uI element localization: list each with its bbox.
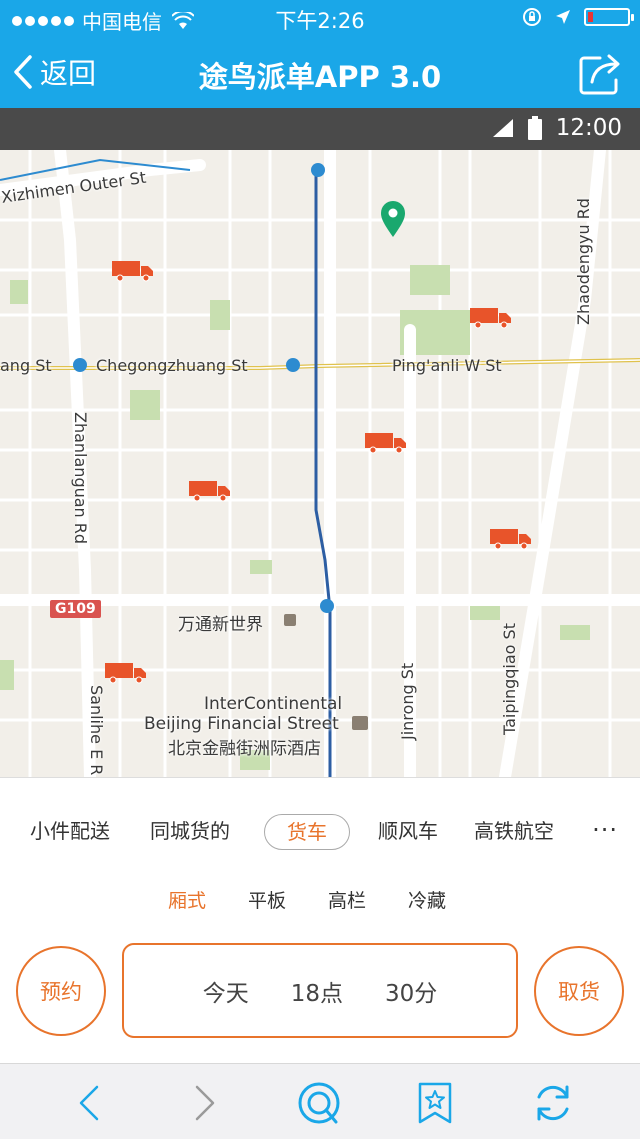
street-label-zhaodengyu: Zhaodengyu Rd <box>574 198 593 325</box>
refresh-button[interactable] <box>530 1080 576 1126</box>
subtab-box[interactable]: 厢式 <box>168 886 206 913</box>
poi-hotel-cn: 北京金融街洲际酒店 <box>168 739 321 759</box>
page-title: 途鸟派单APP 3.0 <box>198 60 442 94</box>
refresh-icon <box>537 1085 569 1121</box>
street-label-jinrong: Jinrong St <box>398 662 417 740</box>
street-label-taipingqiao: Taipingqiao St <box>500 623 519 735</box>
poi-hotel-en-2: Beijing Financial Street <box>144 714 339 734</box>
truck-type-tabs: 厢式 平板 高栏 冷藏 <box>0 886 640 916</box>
truck-icon[interactable] <box>365 432 407 454</box>
truck-icon[interactable] <box>470 307 512 329</box>
street-label-chegong-left: ang St <box>0 356 52 375</box>
tab-truck[interactable]: 货车 <box>264 814 350 850</box>
nav-bar: 返回 途鸟派单APP 3.0 <box>0 36 640 108</box>
battery-full-icon <box>527 116 542 140</box>
status-bar: 中国电信 下午2:26 <box>0 0 640 36</box>
time-minute: 30分 <box>385 980 438 1007</box>
tab-rideshare[interactable]: 顺风车 <box>378 814 438 850</box>
poi-hotel-en-1: InterContinental <box>204 694 343 714</box>
tab-city-freight[interactable]: 同城货的 <box>150 814 230 850</box>
share-icon[interactable] <box>578 50 624 96</box>
street-label-pinganli: Ping'anli W St <box>392 356 502 375</box>
bookmark-button[interactable] <box>412 1080 458 1126</box>
qq-browser-icon <box>298 1082 340 1124</box>
map-base <box>0 150 640 777</box>
device-time: 12:00 <box>555 115 622 141</box>
reserve-button[interactable]: 预约 <box>16 946 106 1036</box>
order-panel: 小件配送 同城货的 货车 顺风车 高铁航空 ··· 厢式 平板 高栏 冷藏 预约… <box>0 777 640 1063</box>
more-button[interactable]: ··· <box>592 816 618 844</box>
truck-icon[interactable] <box>105 662 147 684</box>
street-label-sanlihe: Sanlihe E R <box>87 685 106 776</box>
browser-forward-button[interactable] <box>182 1080 228 1126</box>
truck-icon[interactable] <box>189 480 231 502</box>
street-label-zhanlanguan: Zhanlanguan Rd <box>71 412 90 545</box>
status-right <box>522 7 634 27</box>
subtab-flatbed[interactable]: 平板 <box>248 886 286 913</box>
browser-home-button[interactable] <box>296 1080 342 1126</box>
highway-badge: G109 <box>50 600 101 618</box>
tab-rail-air[interactable]: 高铁航空 <box>474 814 554 850</box>
device-status-right: 12:00 <box>492 115 622 141</box>
chevron-right-icon <box>195 1085 215 1121</box>
browser-toolbar <box>0 1063 640 1139</box>
time-hour: 18点 <box>290 980 343 1007</box>
pickup-button[interactable]: 取货 <box>534 946 624 1036</box>
location-arrow-icon <box>556 10 570 24</box>
device-status-bar: 12:00 <box>0 108 640 150</box>
time-day: 今天 <box>202 980 249 1007</box>
chevron-left-icon <box>79 1085 99 1121</box>
tab-small-parcel[interactable]: 小件配送 <box>30 814 110 850</box>
subtab-refrigerated[interactable]: 冷藏 <box>408 886 446 913</box>
browser-back-button[interactable] <box>66 1080 112 1126</box>
street-label-chegongzhuang: Chegongzhuang St <box>96 356 248 375</box>
poi-wantong: 万通新世界 <box>178 615 263 635</box>
subtab-high-rail[interactable]: 高栏 <box>328 886 366 913</box>
orientation-lock-icon <box>523 8 541 26</box>
truck-icon[interactable] <box>490 528 532 550</box>
pickup-time-picker[interactable]: 今天 18点 30分 <box>122 943 518 1038</box>
bookmark-star-icon <box>418 1082 452 1124</box>
truck-icon[interactable] <box>112 260 154 282</box>
map-view[interactable]: Xizhimen Outer St ang St Chegongzhuang S… <box>0 150 640 777</box>
category-tabs: 小件配送 同城货的 货车 顺风车 高铁航空 <box>0 814 640 850</box>
battery-icon <box>584 8 634 26</box>
cell-signal-icon <box>492 119 513 137</box>
